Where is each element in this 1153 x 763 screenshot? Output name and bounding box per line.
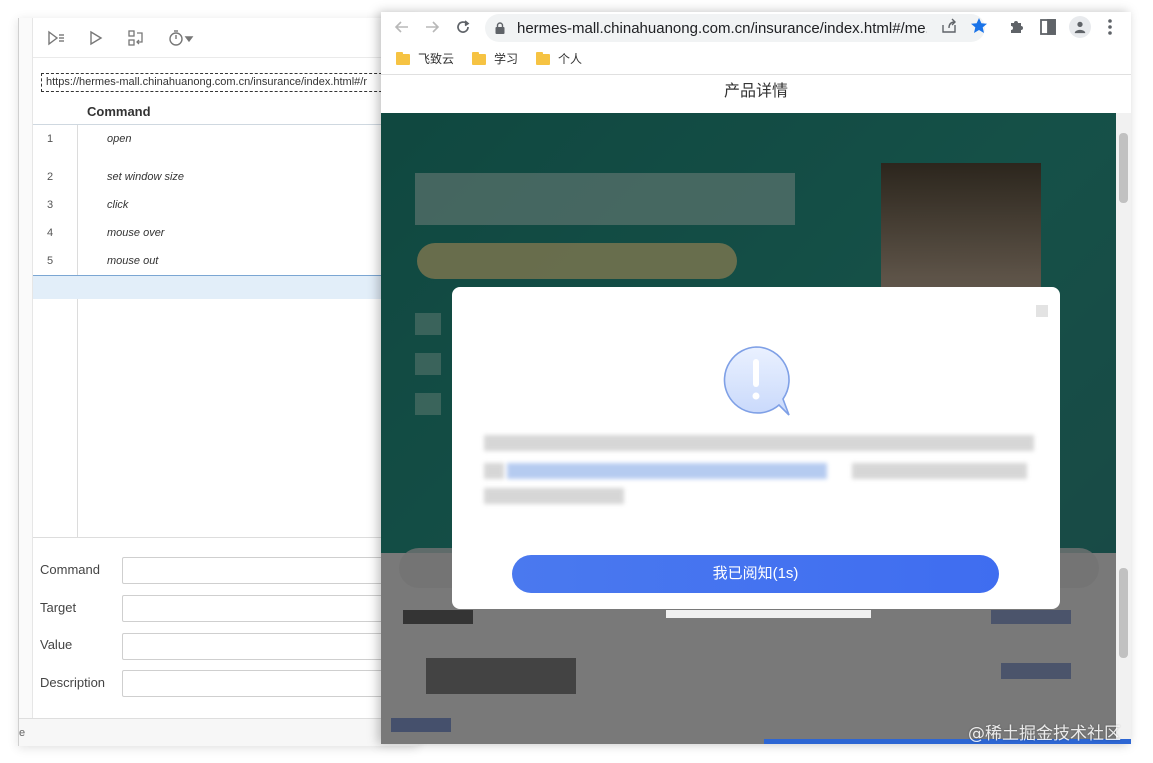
command-field[interactable]	[122, 557, 412, 584]
target-field-label: Target	[40, 600, 77, 615]
value-field-label: Value	[40, 637, 73, 652]
row-number: 1	[47, 133, 54, 145]
share-icon[interactable]	[939, 16, 959, 36]
page-header: 产品详情	[381, 75, 1131, 113]
bookmark-label: 飞致云	[418, 51, 455, 66]
command-header-label: Command	[87, 104, 151, 119]
web-page: 产品详情 我已阅知(1s)	[381, 74, 1131, 744]
notice-text-blurred	[484, 488, 624, 504]
page-title: 产品详情	[723, 83, 788, 100]
run-test-icon[interactable]	[83, 25, 109, 51]
bookmarks-bar: 飞致云 学习 个人	[381, 44, 1131, 72]
table-row[interactable]: 3 click	[33, 193, 418, 219]
address-bar[interactable]: hermes-mall.chinahuanong.com.cn/insuranc…	[485, 14, 985, 42]
notice-text-blurred	[852, 463, 1027, 479]
bookmark-folder[interactable]: 飞致云	[396, 50, 454, 67]
log-text: e	[19, 727, 26, 739]
row-command: mouse out	[107, 255, 159, 267]
speed-timer-icon[interactable]	[163, 25, 199, 51]
exclamation-bubble-icon	[723, 346, 790, 416]
command-details-panel: Command Target Value Description	[33, 538, 418, 718]
row-number: 5	[47, 255, 54, 267]
watermark-text: @稀土掘金技术社区	[968, 724, 1121, 744]
profile-avatar-icon[interactable]	[1069, 16, 1091, 38]
selenium-ide-window: https://hermes-mall.chinahuanong.com.cn/…	[18, 18, 418, 746]
description-field-label: Description	[40, 675, 106, 690]
table-row[interactable]: 5 mouse out	[33, 249, 418, 275]
target-field[interactable]	[122, 595, 412, 622]
ide-toolbar	[33, 18, 418, 58]
bookmark-star-icon[interactable]	[969, 16, 989, 36]
run-all-tests-icon[interactable]	[43, 25, 69, 51]
row-command: mouse over	[107, 227, 165, 239]
row-command: click	[107, 199, 129, 211]
kebab-menu-icon[interactable]	[1103, 17, 1117, 37]
row-command: set window size	[107, 171, 185, 183]
back-arrow-icon[interactable]	[391, 16, 413, 38]
command-column-header: Command	[33, 98, 418, 125]
browser-window: hermes-mall.chinahuanong.com.cn/insuranc…	[381, 12, 1131, 744]
command-table: 1 open 2 set window size 3 click 4 mouse…	[33, 125, 418, 538]
folder-icon	[536, 51, 551, 65]
table-row[interactable]: 2 set window size	[33, 165, 418, 191]
reload-icon[interactable]	[452, 16, 474, 38]
step-over-icon[interactable]	[123, 25, 149, 51]
ide-gutter	[19, 18, 33, 746]
selected-empty-row[interactable]	[33, 275, 418, 299]
lock-icon[interactable]	[493, 21, 507, 35]
table-row[interactable]: 4 mouse over	[33, 221, 418, 247]
notice-text-blurred	[484, 435, 1034, 451]
row-number: 4	[47, 227, 54, 239]
scrollbar-thumb-lower[interactable]	[1119, 568, 1128, 658]
notice-text-blurred	[484, 463, 504, 479]
bookmark-folder[interactable]: 个人	[536, 50, 582, 67]
side-panel-icon[interactable]	[1038, 17, 1058, 37]
modal-overlay: 我已阅知(1s)	[381, 113, 1131, 744]
forward-arrow-icon[interactable]	[421, 16, 443, 38]
folder-icon	[396, 51, 410, 65]
table-row[interactable]: 1 open	[33, 127, 418, 153]
ide-log-bar: e	[19, 718, 418, 746]
browser-toolbar: hermes-mall.chinahuanong.com.cn/insuranc…	[381, 12, 1131, 42]
extensions-puzzle-icon[interactable]	[1007, 17, 1027, 37]
close-icon[interactable]	[1036, 305, 1048, 317]
modal-bottom-tab	[666, 610, 871, 618]
bookmark-label: 个人	[558, 51, 583, 66]
notice-dialog: 我已阅知(1s)	[452, 287, 1060, 609]
folder-icon	[472, 51, 487, 65]
screen: https://hermes-mall.chinahuanong.com.cn/…	[0, 0, 1153, 763]
value-field[interactable]	[122, 633, 412, 660]
command-field-label: Command	[40, 562, 100, 577]
address-bar-url[interactable]: hermes-mall.chinahuanong.com.cn/insuranc…	[517, 20, 927, 37]
bookmark-folder[interactable]: 学习	[472, 50, 518, 67]
notice-link-blurred	[507, 463, 827, 479]
base-url-input[interactable]: https://hermes-mall.chinahuanong.com.cn/…	[41, 73, 397, 92]
row-number: 2	[47, 171, 54, 183]
row-command: open	[107, 133, 132, 145]
scrollbar-thumb[interactable]	[1119, 133, 1128, 203]
bookmark-label: 学习	[494, 51, 519, 66]
page-scrollbar[interactable]	[1116, 113, 1131, 744]
description-field[interactable]	[122, 670, 412, 697]
acknowledge-button[interactable]: 我已阅知(1s)	[512, 555, 999, 593]
row-number: 3	[47, 199, 54, 211]
